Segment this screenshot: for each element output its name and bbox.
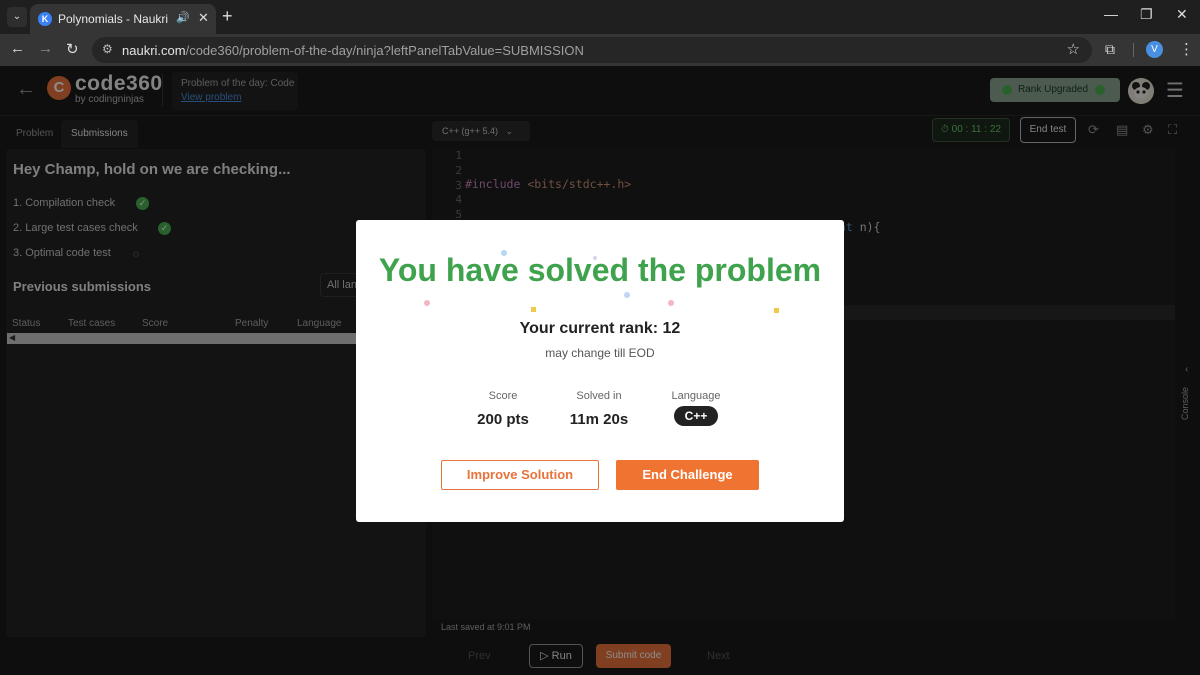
current-rank: Your current rank: 12	[519, 320, 681, 337]
confetti-dot	[424, 300, 430, 306]
browser-toolbar: ← → ↻ ⚙ naukri.com/code360/problem-of-th…	[0, 34, 1200, 66]
reload-icon[interactable]: ↻	[66, 40, 79, 58]
end-challenge-button[interactable]: End Challenge	[616, 460, 759, 490]
minimize-icon[interactable]: —	[1104, 6, 1118, 22]
browser-menu-icon[interactable]: ⋮	[1179, 40, 1194, 58]
stat-language: Language C++	[646, 390, 746, 426]
rank-note: may change till EOD	[545, 346, 655, 360]
url-text: naukri.com/code360/problem-of-the-day/ni…	[122, 43, 584, 58]
tab-title: Polynomials - Naukri Code 360	[58, 12, 168, 26]
tab-close-icon[interactable]: ✕	[198, 10, 209, 26]
improve-solution-button[interactable]: Improve Solution	[441, 460, 599, 490]
success-modal: You have solved the problem Your current…	[356, 220, 844, 522]
success-title: You have solved the problem	[378, 252, 822, 288]
extensions-icon[interactable]: ⧉	[1105, 41, 1115, 58]
site-favicon-icon: K	[38, 12, 52, 26]
new-tab-icon[interactable]: +	[222, 6, 233, 27]
address-bar[interactable]: ⚙ naukri.com/code360/problem-of-the-day/…	[92, 37, 1092, 63]
tab-search-button[interactable]: ⌄	[7, 7, 27, 27]
toolbar-separator	[1133, 43, 1134, 57]
window-close-icon[interactable]: ✕	[1176, 6, 1188, 23]
back-icon[interactable]: ←	[10, 40, 25, 57]
forward-icon[interactable]: →	[38, 40, 53, 57]
site-info-icon[interactable]: ⚙	[102, 42, 113, 56]
browser-tabstrip: ⌄ K Polynomials - Naukri Code 360 🔊 ✕ + …	[0, 0, 1200, 34]
stat-solved-in: Solved in 11m 20s	[569, 390, 629, 428]
confetti-dot	[774, 308, 779, 313]
maximize-icon[interactable]: ❐	[1140, 6, 1153, 23]
profile-avatar[interactable]: V	[1146, 41, 1163, 58]
confetti-dot	[531, 307, 536, 312]
browser-tab-active[interactable]: K Polynomials - Naukri Code 360 🔊 ✕	[30, 4, 216, 34]
confetti-dot	[668, 300, 674, 306]
audio-playing-icon[interactable]: 🔊	[176, 11, 190, 24]
bookmark-star-icon[interactable]: ☆	[1067, 40, 1080, 58]
language-pill: C++	[673, 406, 719, 426]
confetti-dot	[624, 292, 630, 298]
stat-score: Score 200 pts	[477, 390, 529, 428]
